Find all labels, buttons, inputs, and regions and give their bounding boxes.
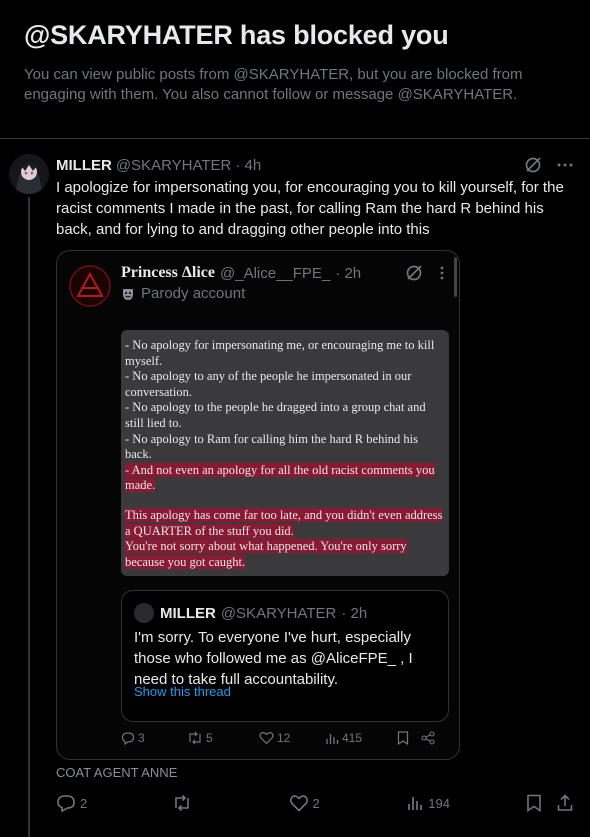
- inner-text: I'm sorry. To everyone I've hurt, especi…: [134, 629, 413, 688]
- avatar-image: [9, 154, 49, 194]
- bookmark-icon: [526, 794, 542, 812]
- quoted-author-name: Princess Δlice: [121, 264, 215, 281]
- show-thread-link: Show this thread: [134, 684, 231, 699]
- bookmark-button[interactable]: [526, 794, 542, 812]
- inner-quoted-post: MILLER @SKARYHATER · 2h I'm sorry. To ev…: [121, 590, 449, 722]
- quoted-repost: 5: [187, 731, 259, 745]
- views-icon: [406, 794, 424, 812]
- more-icon[interactable]: [556, 156, 574, 174]
- note-line: - No apology to the people he dragged in…: [125, 400, 426, 430]
- views-button[interactable]: 194: [406, 794, 526, 812]
- quoted-time: · 2h: [335, 264, 362, 282]
- quoted-views: 415: [325, 731, 397, 745]
- note-line-highlighted: - And not even an apology for all the ol…: [125, 462, 435, 493]
- quoted-actions: 3 5 12 415: [121, 731, 441, 745]
- share-button[interactable]: [556, 794, 574, 812]
- reply-icon: [56, 794, 76, 812]
- reply-count: 2: [80, 795, 88, 811]
- parody-badge: Parody account: [121, 285, 245, 302]
- parody-label: Parody account: [141, 285, 246, 302]
- like-button[interactable]: 2: [289, 794, 407, 812]
- quoted-header: Princess Δlice @_Alice__FPE_ · 2h: [121, 263, 445, 283]
- quoted-author-handle: @_Alice__FPE_: [220, 264, 331, 282]
- inner-author-handle: @SKARYHATER: [220, 604, 337, 622]
- reply-button[interactable]: 2: [56, 794, 172, 812]
- post-actions: 2 2 194: [56, 793, 574, 813]
- thread-line: [28, 197, 30, 837]
- post[interactable]: MILLER @SKARYHATER · 4h I apologize for …: [0, 139, 590, 837]
- share-icon: [556, 794, 574, 812]
- author-name[interactable]: MILLER: [56, 157, 112, 174]
- inner-author-name: MILLER: [160, 604, 216, 622]
- note-line: - No apology for impersonating me, or en…: [125, 338, 435, 368]
- grok-icon[interactable]: [524, 156, 542, 174]
- author-handle[interactable]: @SKARYHATER: [116, 157, 232, 174]
- heart-icon: [289, 794, 309, 812]
- blocked-title: @SKARYHATER has blocked you: [24, 20, 449, 50]
- note-line-highlighted: This apology has come far too late, and …: [125, 507, 443, 538]
- repost-button[interactable]: [172, 794, 289, 812]
- reply-icon: [121, 731, 135, 745]
- inner-time: · 2h: [341, 604, 368, 622]
- blocked-notice: @SKARYHATER has blocked you You can view…: [24, 20, 566, 105]
- views-icon: [325, 731, 339, 745]
- bookmark-icon: [397, 731, 409, 745]
- note-spacer: [125, 494, 445, 508]
- inner-header: MILLER @SKARYHATER · 2h: [134, 603, 367, 623]
- inner-avatar: [134, 603, 154, 623]
- blocked-message: You can view public posts from @SKARYHAT…: [24, 66, 523, 103]
- like-count: 2: [312, 795, 320, 811]
- image-attribution: COAT AGENT ANNE: [56, 765, 178, 780]
- mask-icon: [121, 287, 135, 301]
- quoted-reply: 3: [121, 731, 187, 745]
- image-scrollbar: [454, 257, 457, 297]
- note-line: - No apology to Ram for calling him the …: [125, 431, 419, 462]
- note-line: - No apology to any of the people he imp…: [125, 369, 412, 399]
- repost-icon: [187, 731, 203, 745]
- share-icon: [421, 731, 435, 745]
- heart-icon: [259, 731, 274, 745]
- more-icon: [439, 265, 445, 281]
- notes-screenshot: - No apology for impersonating me, or en…: [121, 330, 449, 576]
- quoted-image[interactable]: Princess Δlice @_Alice__FPE_ · 2h Parody…: [56, 250, 460, 760]
- views-count: 194: [428, 795, 450, 811]
- note-line-highlighted: You're not sorry about what happened. Yo…: [125, 539, 407, 569]
- quoted-avatar: [69, 265, 111, 307]
- avatar[interactable]: [9, 154, 49, 194]
- repost-icon: [172, 794, 192, 812]
- grok-icon: [405, 264, 423, 282]
- quoted-like: 12: [259, 731, 325, 745]
- post-text: I apologize for impersonating you, for e…: [56, 179, 564, 238]
- post-header: MILLER @SKARYHATER · 4h: [56, 155, 574, 175]
- post-time[interactable]: · 4h: [235, 157, 261, 174]
